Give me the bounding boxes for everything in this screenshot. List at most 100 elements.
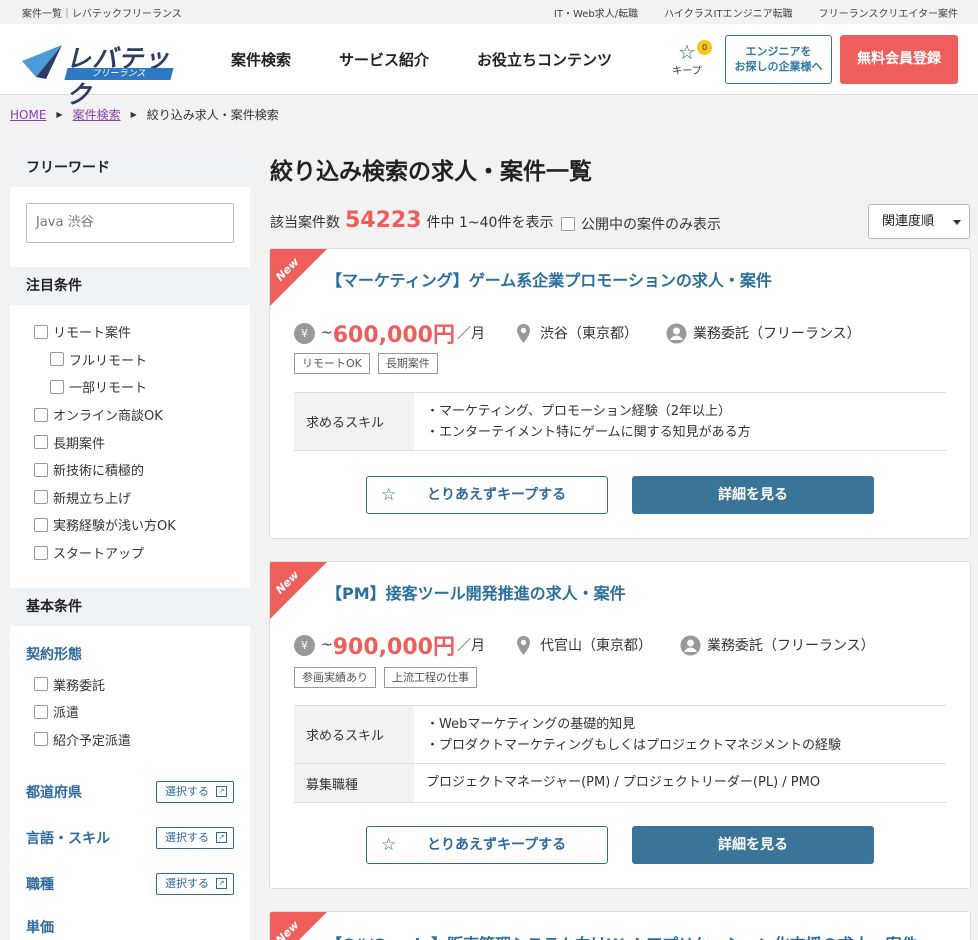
checkbox[interactable]	[34, 324, 48, 339]
filter-junior-ok[interactable]: 実務経験が浅い方OK	[34, 511, 250, 539]
location-value: 代官山（東京都）	[539, 638, 652, 654]
detail-value: ・Webマーケティングの基礎的知見 ・プロダクトマーケティングもしくはプロジェク…	[426, 717, 841, 753]
filter-remote[interactable]: リモート案件	[34, 318, 250, 346]
detail-value: ・マーケティング、プロモーション経験（2年以上） ・エンターテイメント特にゲーム…	[426, 404, 751, 440]
job-card: New 【C#/Oracle】販売管理システム向けWebアプリケーション化支援の…	[269, 911, 971, 940]
prefecture-row: 都道府県 選択する ↗	[10, 769, 250, 815]
focus-heading: 注目条件	[10, 267, 250, 305]
site-logo[interactable]: レバテック フリーランス	[22, 39, 174, 109]
freeword-input[interactable]: Java 渋谷	[26, 203, 234, 243]
detail-table: 求めるスキル ・Webマーケティングの基礎的知見 ・プロダクトマーケティングもし…	[294, 705, 946, 803]
filter-contract-outsourcing[interactable]: 業務委託	[34, 670, 250, 698]
view-detail-button[interactable]: 詳細を見る	[632, 476, 874, 514]
detail-row: 求めるスキル ・Webマーケティングの基礎的知見 ・プロダクトマーケティングもし…	[294, 706, 946, 764]
checkbox[interactable]	[34, 732, 48, 747]
star-icon: ☆	[381, 835, 397, 855]
breadcrumb-search[interactable]: 案件検索	[73, 106, 121, 123]
signup-button[interactable]: 無料会員登録	[840, 35, 958, 84]
tag: 上流工程の仕事	[384, 667, 477, 688]
chevron-right-icon: ▶	[130, 110, 137, 119]
caret-down-icon	[953, 220, 961, 225]
job-type-select-button[interactable]: 選択する ↗	[156, 873, 234, 896]
sort-value: 関連度順	[882, 214, 935, 229]
prefecture-select-button[interactable]: 選択する ↗	[156, 781, 234, 804]
job-type-label: 職種	[26, 877, 54, 894]
filter-new-launch[interactable]: 新規立ち上げ	[34, 484, 250, 512]
filter-long-term[interactable]: 長期案件	[34, 428, 250, 456]
tag: リモートOK	[294, 353, 370, 374]
filter-new-tech[interactable]: 新技術に積極的	[34, 456, 250, 484]
filter-contract-temp-to-perm[interactable]: 紹介予定派遣	[34, 726, 250, 754]
yen-icon: ¥	[294, 634, 315, 656]
checkbox[interactable]	[34, 704, 48, 719]
tag: 参画実績あり	[294, 667, 376, 688]
price-value: 900,000円	[332, 635, 455, 660]
corporate-button-line2: お探しの企業様へ	[734, 60, 823, 73]
top-link-creator[interactable]: フリーランスクリエイター案件	[819, 5, 958, 20]
price-heading: 単価	[26, 920, 54, 937]
job-title-link[interactable]: 【マーケティング】ゲーム系企業プロモーションの求人・案件	[326, 267, 772, 291]
price-prefix: ~	[321, 325, 333, 341]
nav-item-job-search[interactable]: 案件検索	[231, 49, 291, 70]
breadcrumb-current: 絞り込み求人・案件検索	[146, 108, 279, 122]
keep-button[interactable]: ☆ 0 キープ	[669, 40, 712, 77]
skill-row: 言語・スキル 選択する ↗	[10, 815, 250, 861]
external-link-icon: ↗	[216, 878, 227, 890]
checkbox[interactable]	[34, 517, 48, 532]
external-link-icon: ↗	[216, 832, 227, 844]
tag: 長期案件	[377, 353, 438, 374]
checkbox[interactable]	[50, 352, 64, 367]
skill-select-button[interactable]: 選択する ↗	[156, 827, 234, 850]
detail-row: 求めるスキル ・マーケティング、プロモーション経験（2年以上） ・エンターテイメ…	[294, 393, 946, 451]
checkbox[interactable]	[34, 435, 48, 450]
job-title-link[interactable]: 【C#/Oracle】販売管理システム向けWebアプリケーション化支援の求人・案…	[326, 931, 918, 940]
filter-online-meeting[interactable]: オンライン商談OK	[34, 401, 250, 429]
checkbox[interactable]	[50, 379, 64, 394]
keep-job-button[interactable]: ☆ とりあえずキープする	[366, 826, 608, 864]
breadcrumb-home[interactable]: HOME	[10, 108, 46, 122]
top-links: IT・Web求人/転職 ハイクラスITエンジニア転職 フリーランスクリエイター案…	[554, 5, 958, 20]
logo-mark-icon	[22, 45, 62, 79]
checkbox[interactable]	[34, 545, 48, 560]
tag-list: リモートOK 長期案件	[294, 353, 438, 374]
top-link-it-web[interactable]: IT・Web求人/転職	[554, 5, 638, 20]
count-prefix: 該当案件数	[270, 215, 340, 231]
filter-partial-remote[interactable]: 一部リモート	[34, 373, 250, 401]
price-value: 600,000円	[332, 323, 455, 348]
job-type-row: 職種 選択する ↗	[10, 861, 250, 907]
checkbox[interactable]	[34, 490, 48, 505]
nav-item-services[interactable]: サービス紹介	[339, 49, 429, 70]
page-title: 絞り込み検索の求人・案件一覧	[270, 159, 592, 185]
checkbox[interactable]	[34, 677, 48, 692]
filter-startup[interactable]: スタートアップ	[34, 539, 250, 567]
external-link-icon: ↗	[216, 786, 227, 798]
person-icon	[680, 635, 701, 655]
keep-job-button[interactable]: ☆ とりあえずキープする	[366, 476, 608, 514]
contract-list: 業務委託 派遣 紹介予定派遣	[10, 664, 250, 753]
detail-key: 求めるスキル	[294, 393, 414, 450]
job-title-link[interactable]: 【PM】接客ツール開発推進の求人・案件	[326, 580, 626, 604]
location-pin-icon	[516, 635, 530, 655]
skill-label: 言語・スキル	[26, 831, 110, 848]
corporate-button[interactable]: エンジニアを お探しの企業様へ	[725, 35, 832, 84]
top-link-highclass[interactable]: ハイクラスITエンジニア転職	[664, 5, 792, 20]
view-detail-button[interactable]: 詳細を見る	[632, 826, 874, 864]
checkbox[interactable]	[34, 462, 48, 477]
freeword-heading: フリーワード	[10, 149, 250, 187]
filter-contract-dispatch[interactable]: 派遣	[34, 698, 250, 726]
chevron-right-icon: ▶	[56, 110, 63, 119]
filter-sidebar: フリーワード Java 渋谷 注目条件 リモート案件 フルリモート 一部リモート…	[10, 149, 250, 940]
keep-label: キープ	[672, 66, 702, 77]
nav-item-contents[interactable]: お役立ちコンテンツ	[477, 49, 612, 70]
sort-select[interactable]: 関連度順	[868, 204, 970, 239]
yen-icon: ¥	[294, 322, 315, 344]
price-unit: ／月	[456, 638, 485, 654]
checkbox[interactable]	[561, 217, 575, 231]
only-open-filter[interactable]: 公開中の案件のみ表示	[561, 214, 721, 234]
job-summary: ¥ ~ 600,000円 ／月 渋谷（東京都） 業務委託（フリーランス）	[294, 317, 861, 349]
corporate-button-line1: エンジニアを	[745, 45, 812, 58]
checkbox[interactable]	[34, 407, 48, 422]
filter-full-remote[interactable]: フルリモート	[34, 346, 250, 374]
logo-sub-text: フリーランス	[64, 68, 174, 80]
star-icon: ☆	[381, 485, 397, 505]
